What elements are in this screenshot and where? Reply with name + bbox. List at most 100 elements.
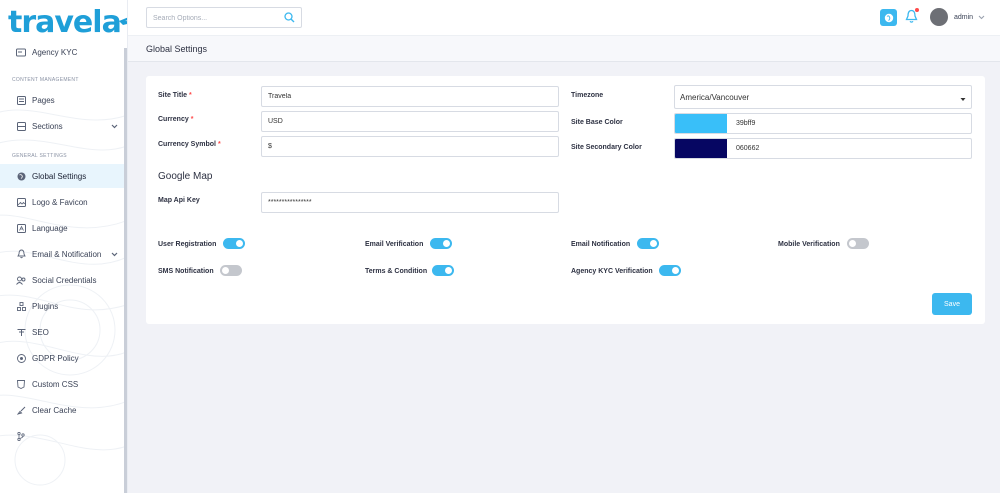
globe-icon — [16, 171, 26, 181]
page-title: Global Settings — [146, 44, 208, 54]
language-globe-button[interactable] — [880, 9, 897, 26]
brand-logo[interactable]: travela — [8, 4, 127, 40]
agency-kyc-toggle[interactable] — [659, 265, 681, 276]
required-asterisk: * — [217, 141, 221, 148]
sms-notification-label: SMS Notification — [158, 268, 214, 275]
sidebar-item-label: Email & Notification — [32, 249, 102, 259]
sidebar-scrollbar[interactable] — [124, 48, 127, 493]
secondary-color-label: Site Secondary Color — [571, 144, 642, 151]
sidebar-item-global-settings[interactable]: Global Settings — [0, 164, 124, 188]
notifications-button[interactable] — [905, 8, 919, 26]
page-title-bar: Global Settings — [128, 36, 1000, 62]
google-map-heading: Google Map — [158, 171, 213, 182]
currency-symbol-field[interactable] — [261, 136, 559, 157]
currency-label-text: Currency — [158, 116, 189, 123]
base-color-picker[interactable]: 39bff9 — [674, 113, 972, 134]
user-registration-toggle[interactable] — [223, 238, 245, 249]
sidebar-item-label: Sections — [32, 121, 63, 131]
chevron-down-icon — [978, 13, 985, 22]
chevron-down-icon — [111, 250, 118, 259]
sidebar-item-agency-kyc[interactable]: Agency KYC — [0, 40, 124, 64]
sidebar-item-label: GDPR Policy — [32, 353, 79, 363]
mobile-verification-label: Mobile Verification — [778, 241, 840, 248]
toggle-knob — [650, 240, 657, 247]
sidebar-section-general: GENERAL SETTINGS — [12, 153, 67, 159]
site-title-label-text: Site Title — [158, 92, 188, 99]
sidebar-item-label: Agency KYC — [32, 47, 78, 57]
plugin-icon — [16, 301, 26, 311]
settings-card: Site Title* Currency* Currency Symbol* T… — [146, 76, 985, 324]
sidebar-item-email-notification[interactable]: Email & Notification — [0, 242, 124, 266]
language-icon — [16, 223, 26, 233]
toggle-knob — [849, 240, 856, 247]
secondary-color-swatch[interactable] — [675, 139, 727, 158]
terms-condition-label: Terms & Condition — [365, 268, 428, 275]
sidebar-item-more[interactable] — [0, 424, 124, 448]
toggle-knob — [445, 267, 452, 274]
sidebar-item-label: Clear Cache — [32, 405, 77, 415]
currency-symbol-label-text: Currency Symbol — [158, 141, 216, 148]
search-icon[interactable] — [284, 12, 295, 25]
email-notification-label: Email Notification — [571, 241, 631, 248]
users-icon — [16, 275, 26, 285]
sidebar-item-custom-css[interactable]: Custom CSS — [0, 372, 124, 396]
seo-icon — [16, 327, 26, 337]
map-api-key-label: Map Api Key — [158, 197, 200, 204]
site-title-label: Site Title * — [158, 92, 192, 99]
bell-icon — [16, 249, 26, 259]
required-asterisk: * — [190, 116, 194, 123]
map-api-key-field[interactable] — [261, 192, 559, 213]
avatar — [930, 8, 948, 26]
sidebar-item-sections[interactable]: Sections — [0, 114, 124, 138]
toggle-knob — [443, 240, 450, 247]
code-icon — [16, 379, 26, 389]
base-color-swatch[interactable] — [675, 114, 727, 133]
secondary-color-picker[interactable]: 060662 — [674, 138, 972, 159]
sidebar-item-label: Social Credentials — [32, 275, 97, 285]
sidebar-item-label: Pages — [32, 95, 55, 105]
globe-icon — [884, 13, 893, 22]
policy-icon — [16, 353, 26, 363]
terms-condition-toggle[interactable] — [432, 265, 454, 276]
sections-icon — [16, 121, 26, 131]
sidebar-section-content: CONTENT MANAGEMENT — [12, 77, 79, 83]
secondary-color-value: 060662 — [736, 145, 760, 152]
sidebar-item-seo[interactable]: SEO — [0, 320, 124, 344]
toggle-knob — [236, 240, 243, 247]
site-title-field[interactable] — [261, 86, 559, 107]
page-icon — [16, 95, 26, 105]
sidebar-item-plugins[interactable]: Plugins — [0, 294, 124, 318]
email-notification-toggle[interactable] — [637, 238, 659, 249]
save-button[interactable]: Save — [932, 293, 972, 315]
agency-kyc-label: Agency KYC Verification — [571, 268, 653, 275]
sms-notification-toggle[interactable] — [220, 265, 242, 276]
user-menu[interactable]: admin — [930, 8, 985, 26]
currency-field[interactable] — [261, 111, 559, 132]
top-header: admin — [128, 0, 1000, 36]
sidebar-item-social-credentials[interactable]: Social Credentials — [0, 268, 124, 292]
required-asterisk: * — [189, 92, 192, 99]
sidebar-item-label: Language — [32, 223, 68, 233]
base-color-value: 39bff9 — [736, 120, 756, 127]
search-input[interactable] — [153, 11, 279, 25]
mobile-verification-toggle[interactable] — [847, 238, 869, 249]
sidebar-item-pages[interactable]: Pages — [0, 88, 124, 112]
sidebar-item-logo-favicon[interactable]: Logo & Favicon — [0, 190, 124, 214]
id-card-icon — [16, 47, 26, 57]
sidebar-item-label: Custom CSS — [32, 379, 79, 389]
sidebar-item-clear-cache[interactable]: Clear Cache — [0, 398, 124, 422]
currency-symbol-label: Currency Symbol * — [158, 141, 221, 148]
sidebar-scrollbar-thumb[interactable] — [124, 48, 127, 493]
notification-badge — [915, 8, 919, 12]
timezone-select[interactable]: America/Vancouver — [674, 85, 972, 109]
sidebar-item-label: Logo & Favicon — [32, 197, 88, 207]
base-color-label: Site Base Color — [571, 119, 623, 126]
sidebar-item-gdpr-policy[interactable]: GDPR Policy — [0, 346, 124, 370]
currency-label: Currency * — [158, 116, 193, 123]
user-registration-label: User Registration — [158, 241, 217, 248]
broom-icon — [16, 405, 26, 415]
image-icon — [16, 197, 26, 207]
sidebar-item-language[interactable]: Language — [0, 216, 124, 240]
username: admin — [954, 13, 974, 21]
email-verification-toggle[interactable] — [430, 238, 452, 249]
